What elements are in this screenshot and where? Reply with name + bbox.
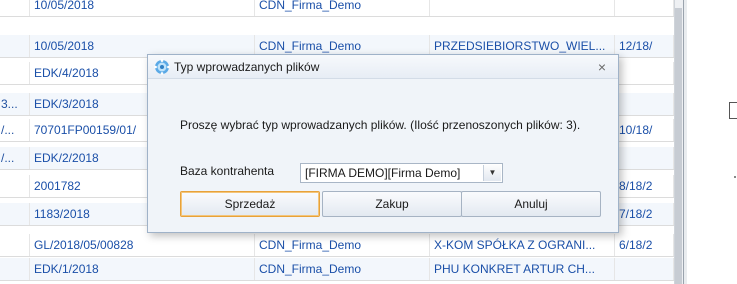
contractor-cell: PHU KONKRET ARTUR CH... [430, 258, 615, 280]
company-cell: CDN_Firma_Demo [255, 234, 430, 256]
dialog-titlebar[interactable]: Typ wprowadzanych plików × [148, 55, 618, 79]
row-prefix-cell [0, 62, 30, 84]
date-cell: 12/18/ [615, 35, 674, 57]
dialog-message: Proszę wybrać typ wprowadzanych plików. … [180, 118, 581, 132]
chevron-down-icon[interactable]: ▼ [483, 165, 501, 181]
right-pane [684, 0, 737, 284]
date-cell: 7/18/2 [615, 203, 674, 225]
row-prefix-cell: /... [0, 119, 30, 141]
row-prefix-cell [0, 175, 30, 197]
cancel-button[interactable]: Anuluj [461, 191, 601, 217]
sales-button[interactable]: Sprzedaż [180, 191, 320, 217]
dialog-title: Typ wprowadzanych plików [174, 60, 320, 74]
date-cell: 10/18/ [615, 119, 674, 141]
right-pane-field[interactable] [729, 102, 737, 119]
purchase-button[interactable]: Zakup [322, 191, 462, 217]
right-pane-marker [734, 176, 736, 178]
row-prefix-cell [0, 35, 30, 57]
contractor-cell: X-KOM SPÓŁKA Z OGRANI... [430, 234, 615, 256]
row-prefix-cell [0, 0, 30, 16]
table-row[interactable]: 10/05/2018 CDN_Firma_Demo [0, 0, 674, 17]
table-row[interactable]: EDK/1/2018 CDN_Firma_Demo PHU KONKRET AR… [0, 258, 674, 281]
row-prefix-cell [0, 258, 30, 280]
file-type-dialog: Typ wprowadzanych plików × Proszę wybrać… [147, 54, 619, 233]
row-prefix-cell [0, 203, 30, 225]
date-cell [615, 258, 674, 280]
contractor-cell [430, 0, 615, 16]
document-number-cell: GL/2018/05/00828 [30, 234, 255, 256]
company-cell: CDN_Firma_Demo [255, 258, 430, 280]
company-cell: CDN_Firma_Demo [255, 0, 430, 16]
contractor-db-select[interactable]: [FIRMA DEMO][Firma Demo] ▼ [300, 163, 503, 183]
date-cell: 8/18/2 [615, 175, 674, 197]
scrollbar-thumb[interactable] [675, 8, 682, 284]
row-prefix-cell [0, 234, 30, 256]
row-prefix-cell: /... [0, 147, 30, 169]
table-row[interactable]: GL/2018/05/00828 CDN_Firma_Demo X-KOM SP… [0, 234, 674, 257]
date-cell [615, 0, 674, 16]
contractor-db-label: Baza kontrahenta [180, 164, 275, 178]
date-cell [615, 62, 674, 84]
document-number-cell: 10/05/2018 [30, 0, 255, 16]
contractor-db-value: [FIRMA DEMO][Firma Demo] [305, 166, 461, 180]
date-cell [615, 147, 674, 169]
date-cell [615, 93, 674, 115]
document-number-cell: EDK/1/2018 [30, 258, 255, 280]
row-prefix-cell: 3... [0, 93, 30, 115]
date-cell: 6/18/2 [615, 234, 674, 256]
gear-spinner-icon [154, 59, 170, 75]
close-icon[interactable]: × [594, 55, 610, 79]
